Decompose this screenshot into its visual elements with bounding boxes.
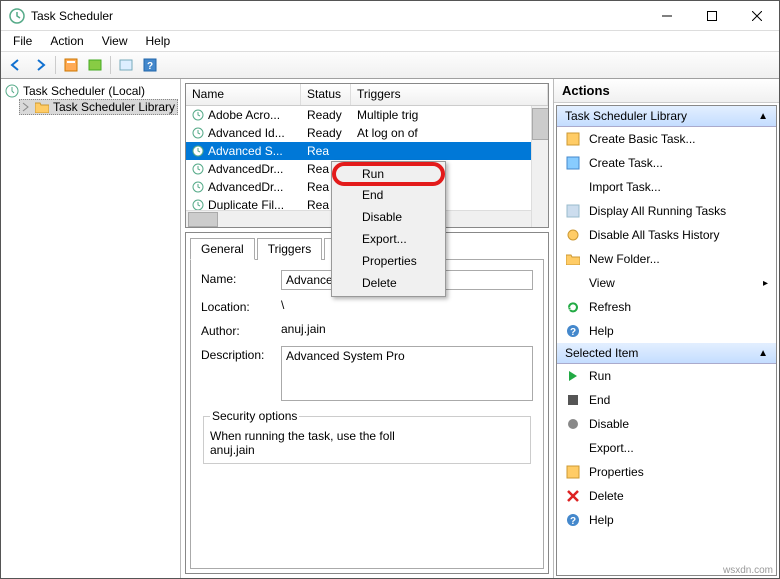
tree-library[interactable]: Task Scheduler Library — [19, 99, 178, 115]
navigation-tree: Task Scheduler (Local) Task Scheduler Li… — [1, 79, 181, 578]
tab-page-general: Name:Advanced System Prot Location:\ Aut… — [190, 260, 544, 569]
close-button[interactable] — [734, 1, 779, 30]
action-refresh[interactable]: Refresh — [557, 295, 776, 319]
toolbar-separator — [55, 56, 56, 74]
location-value: \ — [281, 298, 284, 312]
properties-icon — [565, 464, 581, 480]
play-icon — [565, 368, 581, 384]
action-create-basic-task[interactable]: Create Basic Task... — [557, 127, 776, 151]
action-properties[interactable]: Properties — [557, 460, 776, 484]
actions-group-library[interactable]: Task Scheduler Library▲ — [557, 106, 776, 127]
ctx-properties[interactable]: Properties — [334, 250, 443, 272]
table-row[interactable]: Advanced Id...ReadyAt log on of — [186, 124, 548, 142]
menu-view[interactable]: View — [94, 32, 136, 50]
ctx-disable[interactable]: Disable — [334, 206, 443, 228]
task-icon — [565, 131, 581, 147]
ctx-export[interactable]: Export... — [334, 228, 443, 250]
list-icon — [565, 203, 581, 219]
help-icon: ? — [565, 512, 581, 528]
action-delete[interactable]: Delete — [557, 484, 776, 508]
ctx-run[interactable]: Run — [332, 162, 445, 186]
col-triggers[interactable]: Triggers — [351, 84, 548, 105]
disable-icon — [565, 416, 581, 432]
menu-bar: File Action View Help — [1, 31, 779, 51]
refresh-icon — [565, 299, 581, 315]
chevron-right-icon — [21, 102, 31, 112]
back-button[interactable] — [5, 54, 27, 76]
chevron-up-icon: ▲ — [758, 348, 768, 359]
action-end[interactable]: End — [557, 388, 776, 412]
action-view[interactable]: View — [557, 271, 776, 295]
toolbar: ? — [1, 51, 779, 79]
actions-group-selected[interactable]: Selected Item▲ — [557, 343, 776, 364]
svg-text:?: ? — [147, 61, 153, 72]
toolbar-btn-2[interactable] — [84, 54, 106, 76]
forward-button[interactable] — [29, 54, 51, 76]
vertical-scrollbar[interactable] — [531, 106, 548, 227]
title-bar: Task Scheduler — [1, 1, 779, 31]
table-row-selected[interactable]: Advanced S...Rea — [186, 142, 548, 160]
task-icon — [565, 155, 581, 171]
watermark: wsxdn.com — [723, 565, 773, 576]
tab-triggers[interactable]: Triggers — [257, 238, 323, 260]
security-label: Security options — [210, 409, 299, 423]
security-options: Security options When running the task, … — [203, 409, 531, 464]
menu-action[interactable]: Action — [42, 32, 91, 50]
security-user: anuj.jain — [210, 443, 524, 457]
tree-root[interactable]: Task Scheduler (Local) — [3, 83, 178, 99]
chevron-up-icon: ▲ — [758, 111, 768, 122]
minimize-button[interactable] — [644, 1, 689, 30]
security-text: When running the task, use the foll — [210, 429, 524, 443]
toolbar-btn-1[interactable] — [60, 54, 82, 76]
folder-icon — [35, 101, 49, 113]
table-row[interactable]: Adobe Acro...ReadyMultiple trig — [186, 106, 548, 124]
action-help2[interactable]: ?Help — [557, 508, 776, 532]
col-name[interactable]: Name — [186, 84, 301, 105]
actions-pane: Actions Task Scheduler Library▲ Create B… — [554, 79, 779, 578]
toolbar-btn-3[interactable] — [115, 54, 137, 76]
action-disable-history[interactable]: Disable All Tasks History — [557, 223, 776, 247]
description-field[interactable]: Advanced System Pro — [281, 346, 533, 401]
location-label: Location: — [201, 298, 281, 314]
svg-text:?: ? — [570, 327, 576, 338]
tab-general[interactable]: General — [190, 238, 255, 260]
author-label: Author: — [201, 322, 281, 338]
description-label: Description: — [201, 346, 281, 362]
stop-icon — [565, 392, 581, 408]
ctx-delete[interactable]: Delete — [334, 272, 443, 294]
history-icon — [565, 227, 581, 243]
action-disable[interactable]: Disable — [557, 412, 776, 436]
menu-help[interactable]: Help — [138, 32, 179, 50]
name-label: Name: — [201, 270, 281, 286]
action-create-task[interactable]: Create Task... — [557, 151, 776, 175]
action-help[interactable]: ?Help — [557, 319, 776, 343]
action-display-running[interactable]: Display All Running Tasks — [557, 199, 776, 223]
actions-header: Actions — [554, 79, 779, 103]
action-new-folder[interactable]: New Folder... — [557, 247, 776, 271]
delete-icon — [565, 488, 581, 504]
menu-file[interactable]: File — [5, 32, 40, 50]
help-icon: ? — [565, 323, 581, 339]
col-status[interactable]: Status — [301, 84, 351, 105]
toolbar-btn-help[interactable]: ? — [139, 54, 161, 76]
ctx-end[interactable]: End — [334, 184, 443, 206]
app-icon — [9, 8, 25, 24]
author-value: anuj.jain — [281, 322, 326, 336]
action-import-task[interactable]: Import Task... — [557, 175, 776, 199]
toolbar-separator — [110, 56, 111, 74]
maximize-button[interactable] — [689, 1, 734, 30]
action-run[interactable]: Run — [557, 364, 776, 388]
window-title: Task Scheduler — [31, 9, 644, 23]
grid-header: Name Status Triggers — [186, 84, 548, 106]
svg-text:?: ? — [570, 516, 576, 527]
tree-root-label: Task Scheduler (Local) — [23, 84, 145, 98]
action-export[interactable]: Export... — [557, 436, 776, 460]
tree-library-label: Task Scheduler Library — [53, 100, 175, 114]
center-pane: Name Status Triggers Adobe Acro...ReadyM… — [181, 79, 554, 578]
context-menu: Run End Disable Export... Properties Del… — [331, 161, 446, 297]
folder-icon — [565, 251, 581, 267]
clock-icon — [5, 84, 19, 98]
